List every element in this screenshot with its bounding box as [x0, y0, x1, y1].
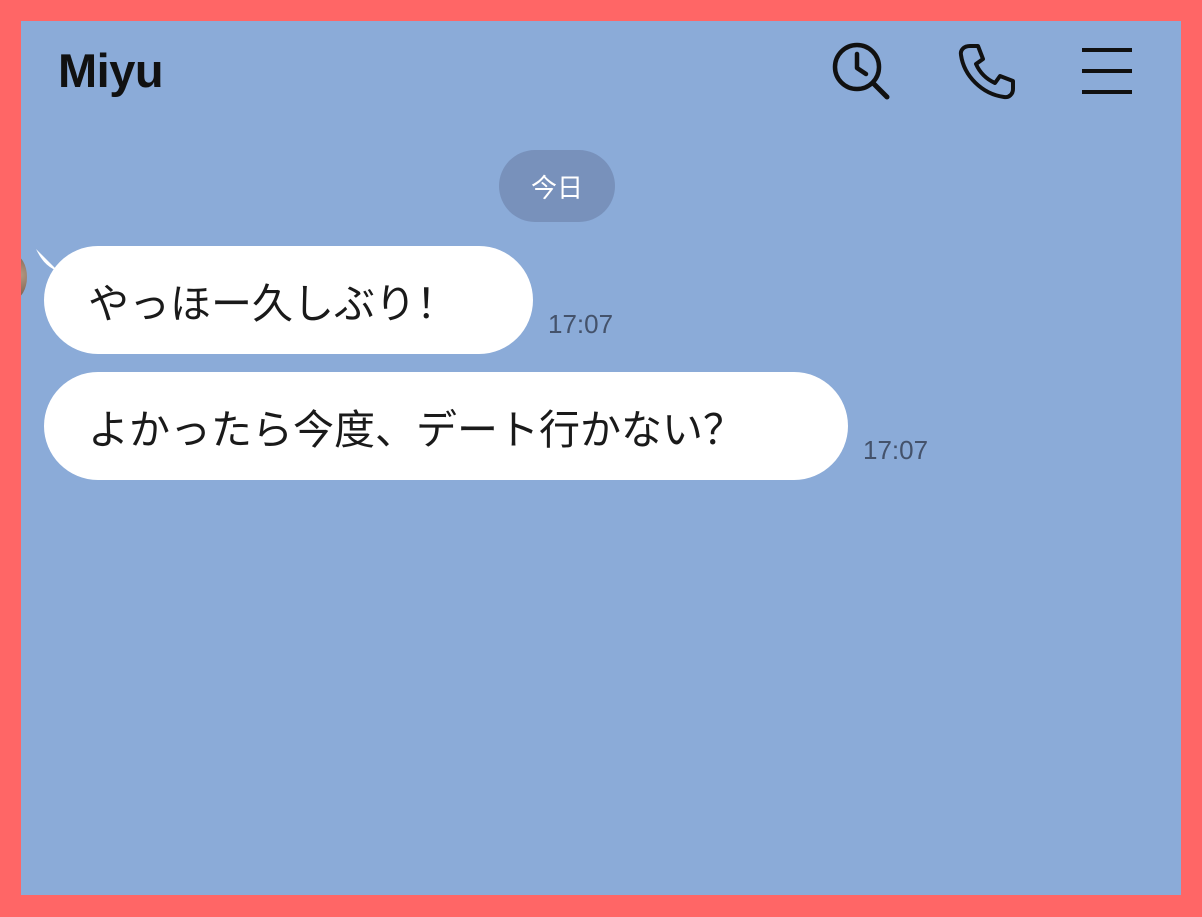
message-bubble[interactable]: やっほー久しぶり！	[44, 246, 533, 354]
phone-icon	[958, 44, 1015, 100]
search-clock-icon	[832, 42, 890, 100]
avatar[interactable]	[21, 255, 27, 299]
app-frame: Miyu 今日 やっほー久しぶり！ 17:07 よかったら今度、デート行かない？…	[0, 0, 1202, 917]
message-timestamp: 17:07	[863, 435, 929, 465]
date-separator: 今日	[499, 150, 615, 222]
call-button[interactable]	[954, 39, 1018, 103]
contact-name: Miyu	[58, 44, 164, 97]
menu-icon	[1082, 48, 1132, 94]
message-text: よかったら今度、デート行かない？	[88, 406, 744, 454]
message-timestamp: 17:07	[548, 309, 614, 339]
message-text: やっほー久しぶり！	[88, 280, 457, 328]
chat-screen: Miyu 今日 やっほー久しぶり！ 17:07 よかったら今度、デート行かない？…	[21, 21, 1181, 895]
menu-button[interactable]	[1075, 39, 1139, 103]
message-bubble[interactable]: よかったら今度、デート行かない？	[44, 372, 848, 480]
search-button[interactable]	[829, 39, 893, 103]
